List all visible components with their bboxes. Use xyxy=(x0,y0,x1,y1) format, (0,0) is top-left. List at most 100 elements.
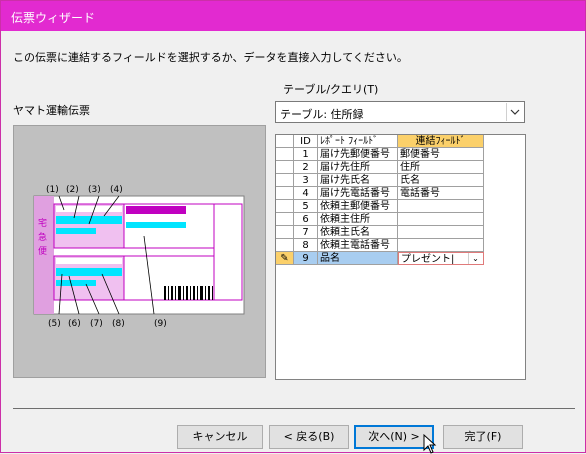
callout-3: (3) xyxy=(88,185,101,195)
callout-2: (2) xyxy=(66,185,79,195)
row-id-text: 6 xyxy=(302,214,309,225)
row-report-field: 届け先氏名 xyxy=(318,174,398,187)
row-id-text: 8 xyxy=(302,240,309,251)
row-id-text: 4 xyxy=(302,188,309,199)
upper-row-3 xyxy=(56,228,96,234)
row-id-text: 7 xyxy=(302,227,309,238)
upper-right-header xyxy=(126,206,186,214)
row-report-field-text: 届け先電話番号 xyxy=(320,188,390,199)
row-report-field-text: 依頼主氏名 xyxy=(320,227,370,238)
callout-8: (8) xyxy=(112,319,125,329)
row-id: 5 xyxy=(294,200,318,213)
row-report-field-text: 届け先郵便番号 xyxy=(320,149,390,160)
slip-stamp-2: 急 xyxy=(38,231,47,243)
table-query-value: テーブル: 住所録 xyxy=(280,108,364,121)
lower-row-3 xyxy=(56,280,96,286)
row-linked-field[interactable] xyxy=(398,239,484,252)
combo-dropdown-button[interactable] xyxy=(506,103,523,121)
row-report-field-text: 届け先氏名 xyxy=(320,175,370,186)
callout-4: (4) xyxy=(110,185,123,195)
row-selector xyxy=(276,213,294,226)
cancel-button[interactable]: キャンセル xyxy=(177,425,263,449)
row-report-field: 届け先郵便番号 xyxy=(318,148,398,161)
cursor-icon xyxy=(423,434,437,454)
slip-name: ヤマト運輸伝票 xyxy=(13,104,90,117)
row-linked-field[interactable]: 氏名 xyxy=(398,174,484,187)
wizard-window: 伝票ウィザード この伝票に連結するフィールドを選択するか、データを直接入力してく… xyxy=(0,0,586,454)
row-selector xyxy=(276,161,294,174)
callout-1: (1) xyxy=(46,185,59,195)
back-button[interactable]: < 戻る(B) xyxy=(269,425,349,449)
row-report-field: 品名 xyxy=(318,252,398,265)
slip-preview: 宅 急 便 (1) (2) (3) (4) (5) (6) (7) (8) (9… xyxy=(13,125,266,378)
row-selector xyxy=(276,200,294,213)
upper-row-1 xyxy=(56,206,122,212)
row-id: 1 xyxy=(294,148,318,161)
row-id: 6 xyxy=(294,213,318,226)
row-linked-field[interactable]: プレゼント| ⌄ xyxy=(398,252,484,265)
row-linked-field-text: 氏名 xyxy=(400,175,420,186)
next-button[interactable]: 次へ(N) > xyxy=(354,425,434,449)
row-id: 3 xyxy=(294,174,318,187)
row-linked-field-text: プレゼント| xyxy=(401,254,455,265)
row-linked-field-text: 住所 xyxy=(400,162,420,173)
row-report-field: 届け先電話番号 xyxy=(318,187,398,200)
slip-stamp-3: 便 xyxy=(38,245,47,257)
upper-right-field xyxy=(126,222,186,228)
callout-5: (5) xyxy=(48,319,61,329)
finish-button[interactable]: 完了(F) xyxy=(443,425,523,449)
row-selector xyxy=(276,226,294,239)
instruction-text: この伝票に連結するフィールドを選択するか、データを直接入力してください。 xyxy=(13,51,408,64)
pencil-icon: ✎ xyxy=(280,253,289,264)
row-selector xyxy=(276,148,294,161)
row-report-field-text: 依頼主郵便番号 xyxy=(320,201,390,212)
callout-9: (9) xyxy=(154,319,167,329)
row-report-field-text: 依頼主電話番号 xyxy=(320,240,390,251)
chevron-down-icon xyxy=(510,109,520,115)
row-id: 8 xyxy=(294,239,318,252)
row-linked-field[interactable]: 郵便番号 xyxy=(398,148,484,161)
row-report-field: 依頼主氏名 xyxy=(318,226,398,239)
row-linked-field[interactable] xyxy=(398,213,484,226)
row-report-field: 依頼主郵便番号 xyxy=(318,200,398,213)
row-report-field-text: 依頼主住所 xyxy=(320,214,370,225)
row-id-text: 2 xyxy=(302,162,309,173)
row-selector: ✎ xyxy=(276,252,294,265)
row-selector xyxy=(276,239,294,252)
row-id: 9 xyxy=(294,252,318,265)
row-linked-field-text: 電話番号 xyxy=(400,188,440,199)
callout-7: (7) xyxy=(90,319,103,329)
row-linked-field[interactable]: 電話番号 xyxy=(398,187,484,200)
row-selector xyxy=(276,174,294,187)
row-linked-field[interactable] xyxy=(398,226,484,239)
header-linked-field: 連結ﾌｨｰﾙﾄﾞ xyxy=(398,135,484,148)
lower-row-2 xyxy=(56,268,122,276)
title-bar[interactable]: 伝票ウィザード xyxy=(1,1,585,31)
header-report-field: ﾚﾎﾟｰﾄ ﾌｨｰﾙﾄﾞ xyxy=(318,135,398,148)
right-column xyxy=(213,203,243,301)
row-id-text: 5 xyxy=(302,201,309,212)
row-linked-field-text: 郵便番号 xyxy=(400,149,440,160)
header-id: ID xyxy=(294,135,318,148)
slip-stamp-1: 宅 xyxy=(38,217,47,229)
row-report-field: 依頼主住所 xyxy=(318,213,398,226)
window-title: 伝票ウィザード xyxy=(11,11,96,25)
header-selector xyxy=(276,135,294,148)
table-query-label: テーブル/クエリ(T) xyxy=(283,83,379,96)
row-id: 4 xyxy=(294,187,318,200)
row-linked-field[interactable]: 住所 xyxy=(398,161,484,174)
row-id-text: 9 xyxy=(302,253,309,264)
row-id-text: 1 xyxy=(302,149,309,160)
chevron-down-icon[interactable]: ⌄ xyxy=(468,253,482,264)
row-linked-field[interactable] xyxy=(398,200,484,213)
field-mapping-grid[interactable]: ID ﾚﾎﾟｰﾄ ﾌｨｰﾙﾄﾞ 連結ﾌｨｰﾙﾄﾞ 1 届け先郵便番号 郵便番号 2 届け… xyxy=(275,134,526,380)
row-id: 7 xyxy=(294,226,318,239)
row-report-field-text: 品名 xyxy=(320,253,340,264)
row-report-field: 届け先住所 xyxy=(318,161,398,174)
table-query-select[interactable]: テーブル: 住所録 xyxy=(275,101,525,123)
row-id: 2 xyxy=(294,161,318,174)
slip-diagram: 宅 急 便 (1) (2) (3) (4) (5) (6) (7) (8) (9… xyxy=(33,185,245,329)
callout-6: (6) xyxy=(68,319,81,329)
row-id-text: 3 xyxy=(302,175,309,186)
upper-row-2 xyxy=(56,216,122,224)
